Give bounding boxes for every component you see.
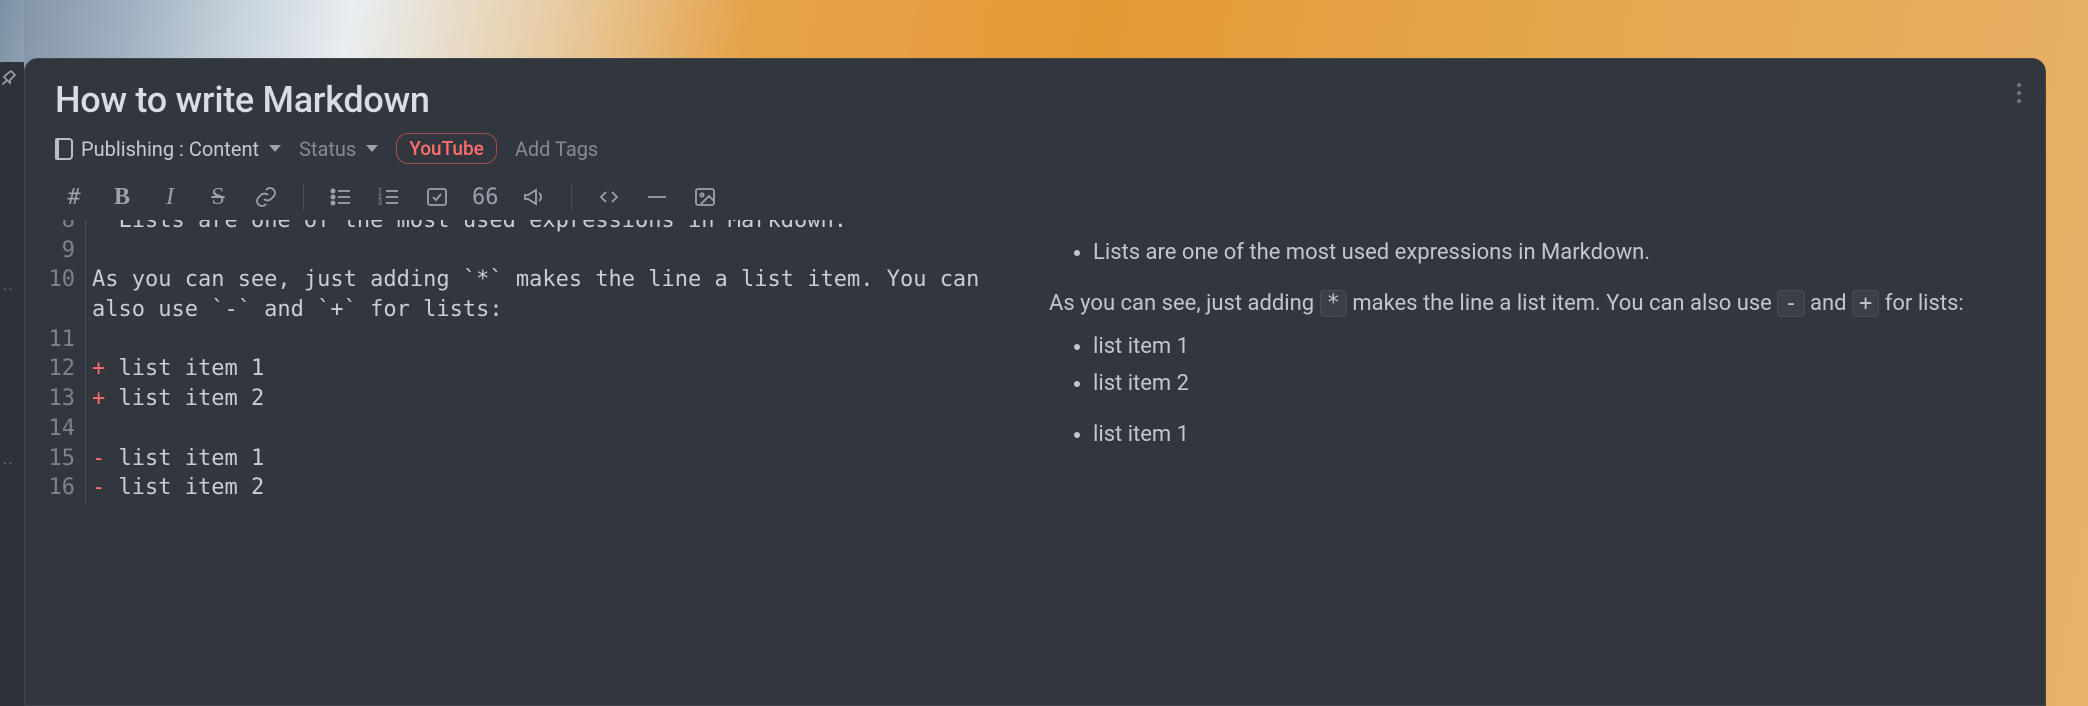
toolbar-separator [571, 184, 572, 210]
code-line[interactable]: 13+ list item 2 [29, 384, 1035, 414]
tag-youtube[interactable]: YouTube [396, 133, 497, 164]
line-number: 16 [29, 473, 85, 503]
status-selector[interactable]: Status [299, 137, 378, 161]
announcement-button[interactable] [521, 184, 547, 210]
preview-list: list item 1 list item 2 [1049, 330, 2015, 400]
chevron-down-icon [269, 145, 281, 152]
more-options-button[interactable] [2011, 77, 2027, 109]
list-item: Lists are one of the most used expressio… [1093, 236, 2015, 269]
divider-button[interactable] [644, 184, 670, 210]
line-number: 9 [29, 236, 85, 266]
list-item: list item 2 [1093, 367, 2015, 400]
toolbar-separator [303, 184, 304, 210]
code-text[interactable]: + list item 2 [86, 384, 284, 414]
document-header: How to write Markdown [25, 59, 2045, 129]
markdown-token: - [92, 475, 105, 500]
code-line[interactable]: 9 [29, 236, 1035, 266]
code-text[interactable]: As you can see, just adding `*` makes th… [86, 265, 1035, 324]
line-number: 8 [29, 220, 85, 236]
project-label: Publishing : Content [81, 137, 259, 161]
code-line[interactable]: 14 [29, 414, 1035, 444]
line-number: 11 [29, 325, 85, 355]
ordered-list-button[interactable]: 123 [376, 184, 402, 210]
line-number: 15 [29, 444, 85, 474]
project-selector[interactable]: Publishing : Content [55, 137, 281, 161]
editor-window: How to write Markdown Publishing : Conte… [24, 58, 2046, 706]
markdown-token: + [92, 356, 105, 381]
strikethrough-button[interactable]: S [205, 184, 231, 210]
code-line[interactable]: 10As you can see, just adding `*` makes … [29, 265, 1035, 324]
pin-icon[interactable] [2, 70, 16, 90]
preview-paragraph: As you can see, just adding * makes the … [1049, 287, 2015, 320]
quote-button[interactable]: 66 [472, 184, 499, 210]
bold-button[interactable]: B [109, 184, 135, 210]
line-number: 13 [29, 384, 85, 414]
markdown-source-pane[interactable]: 8* Lists are one of the most used expres… [25, 220, 1035, 705]
code-text[interactable]: - list item 1 [86, 444, 284, 474]
code-line[interactable]: 12+ list item 1 [29, 354, 1035, 384]
markdown-token: * [92, 220, 105, 233]
code-line[interactable]: 8* Lists are one of the most used expres… [29, 220, 1035, 236]
sidebar-ellipsis-icon[interactable]: ·· [3, 456, 14, 472]
italic-button[interactable]: I [157, 184, 183, 210]
inline-code: - [1777, 290, 1804, 317]
preview-list: list item 1 [1049, 418, 2015, 451]
add-tags-button[interactable]: Add Tags [515, 137, 598, 161]
list-item: list item 1 [1093, 330, 2015, 363]
inline-code: * [1320, 290, 1347, 317]
code-button[interactable] [596, 184, 622, 210]
formatting-toolbar: # B I S 123 66 [25, 178, 2045, 220]
document-title[interactable]: How to write Markdown [55, 79, 2015, 121]
inline-code: + [1852, 290, 1879, 317]
book-icon [55, 138, 73, 160]
checklist-button[interactable] [424, 184, 450, 210]
wallpaper-sliver [0, 0, 24, 62]
code-line[interactable]: 11 [29, 325, 1035, 355]
line-number: 10 [29, 265, 85, 324]
line-number: 14 [29, 414, 85, 444]
bullet-list-button[interactable] [328, 184, 354, 210]
code-line[interactable]: 16- list item 2 [29, 473, 1035, 503]
chevron-down-icon [366, 145, 378, 152]
image-button[interactable] [692, 184, 718, 210]
document-meta-row: Publishing : Content Status YouTube Add … [25, 129, 2045, 178]
app-left-gutter: ·· ·· [0, 0, 24, 706]
markdown-preview-pane: Lists are one of the most used expressio… [1035, 220, 2045, 705]
sidebar-ellipsis-icon[interactable]: ·· [3, 282, 14, 298]
list-item: list item 1 [1093, 418, 2015, 451]
markdown-token: - [92, 446, 105, 471]
code-text[interactable]: + list item 1 [86, 354, 284, 384]
code-text[interactable]: - list item 2 [86, 473, 284, 503]
preview-list: Lists are one of the most used expressio… [1049, 236, 2015, 269]
link-button[interactable] [253, 184, 279, 210]
svg-text:3: 3 [378, 199, 382, 207]
heading-button[interactable]: # [61, 184, 87, 210]
code-text[interactable] [86, 236, 125, 266]
line-number: 12 [29, 354, 85, 384]
status-label: Status [299, 137, 356, 161]
markdown-token: + [92, 386, 105, 411]
code-line[interactable]: 15- list item 1 [29, 444, 1035, 474]
editor-content: 8* Lists are one of the most used expres… [25, 220, 2045, 705]
code-text[interactable] [86, 325, 125, 355]
code-text[interactable]: * Lists are one of the most used express… [86, 220, 867, 236]
code-text[interactable] [86, 414, 125, 444]
